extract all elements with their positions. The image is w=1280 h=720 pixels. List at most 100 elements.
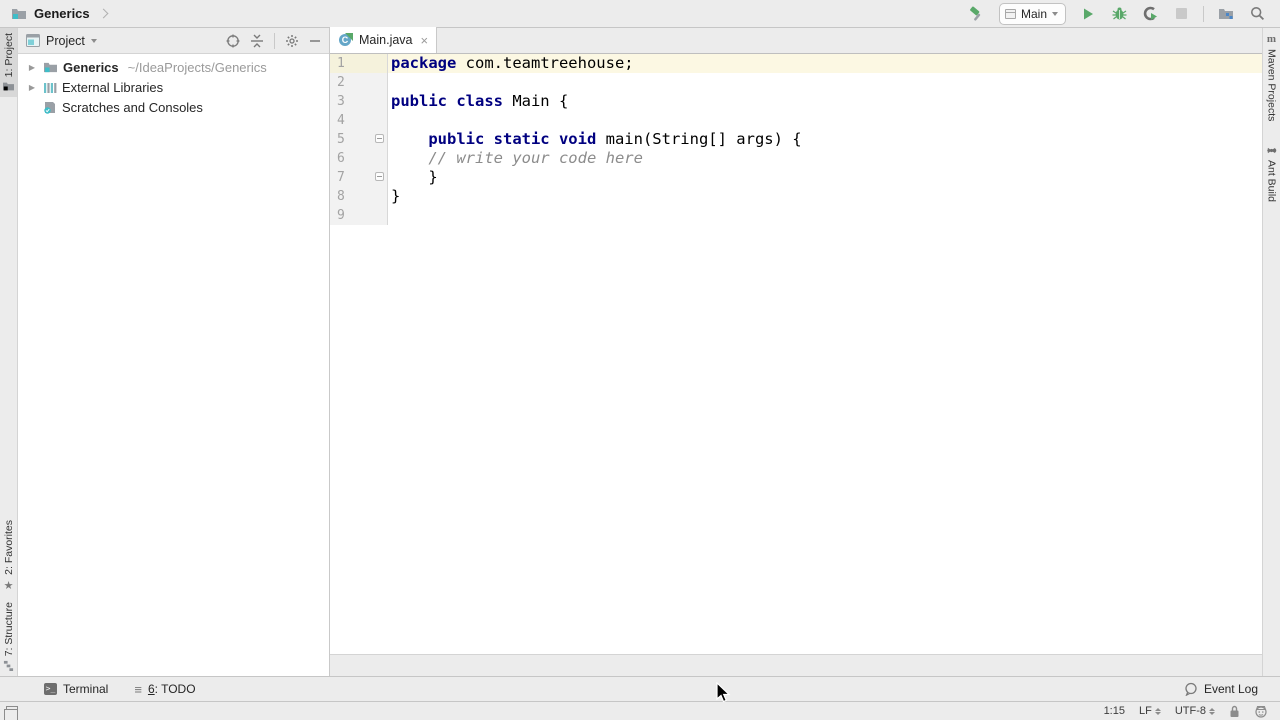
- locate-file-icon[interactable]: [226, 34, 240, 48]
- toolwindow-tab-favorites-label: 2: Favorites: [3, 520, 15, 575]
- editor-area: C Main.java × 1package com.teamtreehouse…: [330, 28, 1262, 676]
- run-configuration-select[interactable]: Main: [999, 3, 1066, 25]
- java-class-icon: C: [339, 33, 353, 47]
- line-number[interactable]: 9: [330, 206, 388, 225]
- toolbar-divider: [1203, 6, 1204, 22]
- line-number[interactable]: 6: [330, 149, 388, 168]
- hide-panel-icon[interactable]: [309, 35, 321, 47]
- project-folder-icon: [43, 61, 58, 74]
- left-tool-stripe: 1: Project 2: Favorites ★ 7: Structure: [0, 28, 18, 676]
- code-line[interactable]: 4: [330, 111, 1262, 130]
- star-icon: ★: [4, 579, 14, 592]
- main-toolbar: Main: [968, 3, 1280, 25]
- toolwindow-tab-event-log-label: Event Log: [1204, 682, 1258, 696]
- search-everywhere-icon[interactable]: [1248, 5, 1266, 23]
- bottom-toolwindow-bar: >_ Terminal ≡ 6: TODO Event Log: [0, 676, 1280, 702]
- code-line[interactable]: 5 public static void main(String[] args)…: [330, 130, 1262, 149]
- gear-icon[interactable]: [285, 34, 299, 48]
- line-number[interactable]: 3: [330, 92, 388, 111]
- ant-icon: [1266, 145, 1277, 156]
- build-hammer-icon[interactable]: [968, 5, 986, 23]
- toolwindow-tab-terminal[interactable]: >_ Terminal: [44, 682, 108, 696]
- code-line[interactable]: 1package com.teamtreehouse;: [330, 54, 1262, 73]
- code-text: public static void main(String[] args) {: [388, 130, 1262, 149]
- stop-button: [1172, 5, 1190, 23]
- line-number[interactable]: 2: [330, 73, 388, 92]
- maven-icon: m: [1267, 33, 1276, 45]
- toolwindow-tab-ant-label: Ant Build: [1266, 160, 1278, 202]
- run-with-coverage-button[interactable]: [1141, 5, 1159, 23]
- structure-icon: [3, 660, 14, 671]
- titlebar: Generics Main: [0, 0, 1280, 28]
- encoding-widget[interactable]: UTF-8: [1175, 705, 1215, 717]
- scratches-icon: [43, 101, 57, 114]
- code-text: // write your code here: [388, 149, 1262, 168]
- code-line[interactable]: 9: [330, 206, 1262, 225]
- run-config-label: Main: [1021, 7, 1047, 21]
- tree-item-external-libraries[interactable]: ▶ External Libraries: [18, 77, 329, 97]
- collapse-all-icon[interactable]: [250, 34, 264, 48]
- code-text: }: [388, 168, 1262, 187]
- toolwindow-tab-project-label: 1: Project: [3, 33, 15, 77]
- code-editor[interactable]: 1package com.teamtreehouse;23public clas…: [330, 54, 1262, 654]
- code-text: [388, 73, 1262, 92]
- event-log-balloon-icon: [1184, 682, 1198, 696]
- highlighting-level-hector-icon[interactable]: [1254, 704, 1268, 718]
- toolwindow-tab-terminal-label: Terminal: [63, 682, 108, 696]
- terminal-icon: >_: [44, 683, 57, 695]
- project-name: Generics: [34, 6, 90, 21]
- code-line[interactable]: 2: [330, 73, 1262, 92]
- line-number[interactable]: 7: [330, 168, 388, 187]
- debug-button[interactable]: [1110, 5, 1128, 23]
- tree-item-scratches[interactable]: Scratches and Consoles: [18, 97, 329, 117]
- run-config-icon: [1005, 9, 1016, 19]
- editor-tabbar: C Main.java ×: [330, 28, 1262, 54]
- tree-item-generics[interactable]: ▶ Generics ~/IdeaProjects/Generics: [18, 57, 329, 77]
- toolwindow-tab-todo-label: 6: TODO: [148, 682, 196, 696]
- toolwindow-tab-event-log[interactable]: Event Log: [1184, 682, 1258, 696]
- caret-position-widget[interactable]: 1:15: [1104, 705, 1125, 717]
- libraries-icon: [43, 81, 57, 94]
- toolwindow-tab-structure[interactable]: 7: Structure: [0, 597, 17, 676]
- project-view-icon: [26, 34, 40, 47]
- todo-list-icon: ≡: [134, 683, 142, 696]
- toolwindow-tab-maven-label: Maven Projects: [1266, 49, 1278, 121]
- toggle-toolwindow-buttons-icon[interactable]: [6, 706, 18, 716]
- toolwindow-tab-project[interactable]: 1: Project: [0, 28, 17, 97]
- toolwindow-tab-favorites[interactable]: 2: Favorites ★: [0, 515, 17, 597]
- chevron-down-icon: [1052, 12, 1058, 16]
- code-text: }: [388, 187, 1262, 206]
- project-view-selector[interactable]: Project: [26, 34, 97, 48]
- code-line[interactable]: 7 }: [330, 168, 1262, 187]
- chevron-down-icon: [91, 39, 97, 43]
- toolwindow-tab-structure-label: 7: Structure: [3, 602, 15, 656]
- fold-marker-icon[interactable]: [375, 134, 384, 143]
- line-number[interactable]: 4: [330, 111, 388, 130]
- breadcrumb[interactable]: Generics: [0, 5, 107, 23]
- line-number[interactable]: 1: [330, 54, 388, 73]
- code-text: package com.teamtreehouse;: [388, 54, 1262, 73]
- run-button[interactable]: [1079, 5, 1097, 23]
- editor-tab-main-java[interactable]: C Main.java ×: [330, 27, 437, 53]
- expand-arrow-icon[interactable]: ▶: [26, 63, 38, 72]
- tree-item-path: ~/IdeaProjects/Generics: [128, 60, 267, 75]
- expand-arrow-icon[interactable]: ▶: [26, 83, 38, 92]
- readonly-lock-icon[interactable]: [1229, 705, 1240, 718]
- line-number[interactable]: 8: [330, 187, 388, 206]
- project-structure-icon[interactable]: [1217, 5, 1235, 23]
- line-separator-widget[interactable]: LF: [1139, 705, 1161, 717]
- code-line[interactable]: 6 // write your code here: [330, 149, 1262, 168]
- toolwindow-tab-ant[interactable]: Ant Build: [1263, 140, 1280, 207]
- fold-marker-icon[interactable]: [375, 172, 384, 181]
- code-line[interactable]: 8}: [330, 187, 1262, 206]
- close-tab-icon[interactable]: ×: [421, 34, 429, 47]
- code-text: [388, 111, 1262, 130]
- editor-bottom-gap: [330, 654, 1262, 676]
- line-number[interactable]: 5: [330, 130, 388, 149]
- code-line[interactable]: 3public class Main {: [330, 92, 1262, 111]
- toolwindow-tab-maven[interactable]: m Maven Projects: [1263, 28, 1280, 126]
- project-panel-header: Project: [18, 28, 329, 54]
- toolwindow-tab-todo[interactable]: ≡ 6: TODO: [134, 682, 195, 696]
- updown-arrows-icon: [1209, 708, 1215, 715]
- project-view-label: Project: [46, 34, 85, 48]
